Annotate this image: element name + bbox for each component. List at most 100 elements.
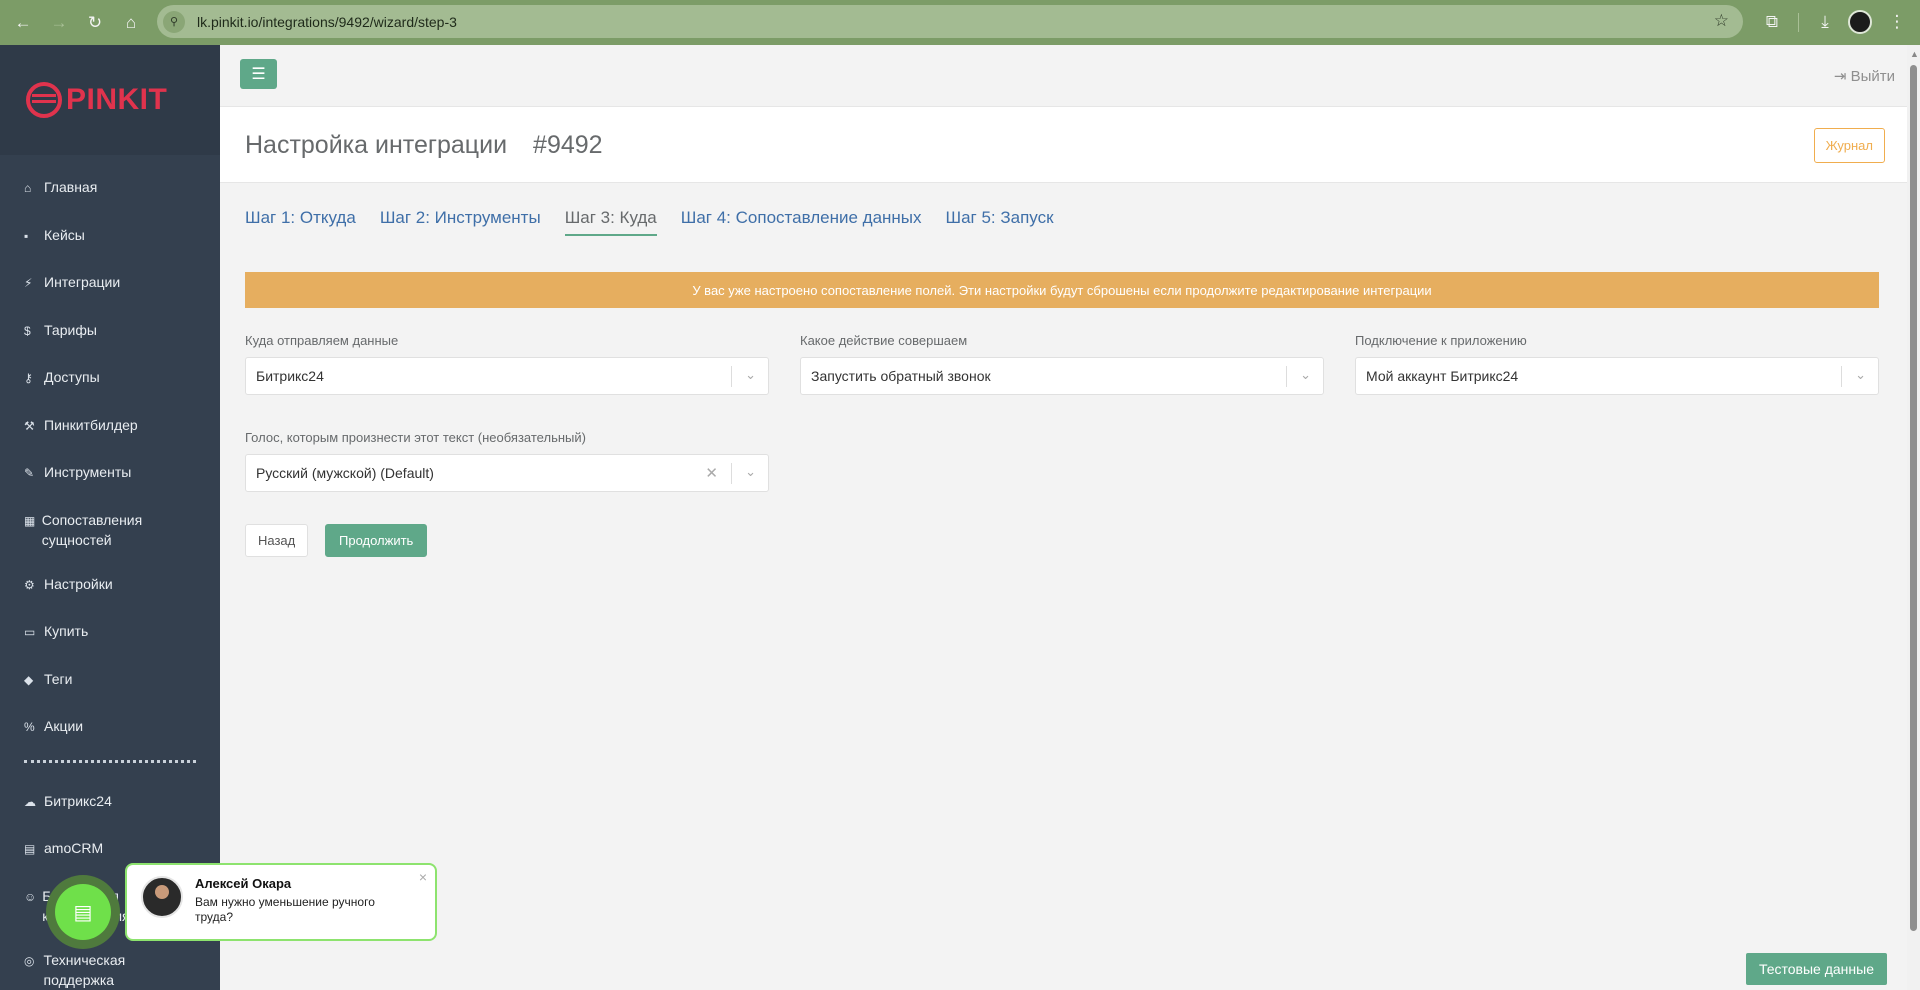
sidebar-item-percent[interactable]: % Акции — [0, 704, 220, 752]
hammer-icon: ⚒ — [24, 418, 35, 433]
tab-step-5[interactable]: Шаг 5: Запуск — [946, 208, 1054, 236]
select-divider — [1841, 366, 1842, 387]
cloud-icon: ☁ — [24, 794, 36, 809]
sidebar-item-label: Кейсы — [44, 226, 85, 243]
kebab-menu-icon[interactable]: ⋮ — [1884, 9, 1910, 35]
warning-alert: У вас уже настроено сопоставление полей.… — [245, 272, 1879, 308]
sidebar-item-label: Пинкитбилдер — [44, 416, 138, 433]
scroll-up-arrow-icon[interactable]: ▲ — [1910, 49, 1919, 59]
main-content: ☰ ⇥ Выйти Настройка интеграции #9492 Журн… — [220, 45, 1907, 990]
sidebar-item-tags[interactable]: ◆ Теги — [0, 657, 220, 705]
action-value: Запустить обратный звонок — [811, 368, 991, 384]
logo-mark-icon — [26, 82, 62, 118]
chat-agent-avatar — [141, 876, 183, 918]
tags-icon: ◆ — [24, 672, 34, 687]
user-icon: ☺ — [24, 889, 37, 904]
chevron-down-icon[interactable]: ⌄ — [745, 367, 756, 383]
wizard-tabs: Шаг 1: Откуда Шаг 2: Инструменты Шаг 3: … — [245, 208, 1078, 236]
sidebar: PINKIT ⌂ Главная ▪ Кейсы ⚡ Интеграции $ Тарифы ⚷… — [0, 45, 220, 990]
sidebar-item-dollar[interactable]: $ Тарифы — [0, 308, 220, 356]
journal-button[interactable]: Журнал — [1813, 128, 1885, 163]
page-scrollbar[interactable]: ▲ — [1907, 45, 1920, 990]
wrench-icon: ✎ — [24, 466, 35, 480]
destination-value: Битрикс24 — [256, 368, 324, 384]
clear-icon[interactable]: ✕ — [705, 464, 718, 482]
sidebar-item-label: Инструменты — [44, 464, 132, 480]
page-title-text: Настройка интеграции — [245, 131, 508, 159]
back-arrow-icon[interactable]: ← — [10, 10, 36, 36]
sidebar-item-plug[interactable]: ⚡ Интеграции — [0, 260, 220, 308]
sidebar-item-hammer[interactable]: ⚒ Пинкитбилдер — [0, 403, 220, 451]
sidebar-item-label: Техническая поддержка — [43, 951, 126, 988]
gears-icon: ⚙ — [24, 577, 35, 592]
home-icon[interactable]: ⌂ — [118, 10, 144, 36]
action-label: Какое действие совершаем — [800, 333, 968, 348]
sidebar-item-label: Битрикс24 — [44, 792, 112, 809]
top-navbar: ☰ ⇥ Выйти — [220, 45, 1907, 106]
bookmark-star-icon[interactable]: ☆ — [1714, 11, 1729, 31]
logo[interactable]: PINKIT — [0, 45, 220, 155]
chat-popup[interactable]: Алексей Окара Вам нужно уменьшение ручно… — [125, 863, 437, 941]
browser-toolbar: ← → ↻ ⌂ ⚲ lk.pinkit.io/integrations/9492… — [0, 0, 1920, 45]
destination-field: Куда отправляем данные Битрикс24 ⌄ — [245, 333, 769, 395]
money-icon: ▭ — [24, 625, 36, 639]
sidebar-item-briefcase[interactable]: ▪ Кейсы — [0, 213, 220, 261]
back-button[interactable]: Назад — [245, 524, 309, 557]
sidebar-item-wrench[interactable]: ✎ Инструменты — [0, 450, 220, 498]
chevron-down-icon[interactable]: ⌄ — [745, 464, 756, 480]
toolbar-divider — [1798, 13, 1799, 32]
table-icon: ▦ — [24, 513, 36, 528]
close-icon[interactable]: × — [419, 869, 427, 885]
voice-value: Русский (мужской) (Default) — [256, 465, 434, 481]
logout-label: Выйти — [1850, 68, 1895, 85]
scroll-thumb[interactable] — [1910, 65, 1917, 931]
hamburger-menu-button[interactable]: ☰ — [240, 59, 277, 89]
chat-agent-name: Алексей Окара — [195, 876, 292, 891]
extensions-icon[interactable]: ⧉ — [1759, 9, 1785, 35]
sidebar-item-label: Купить — [44, 623, 89, 639]
sidebar-item-home[interactable]: ⌂ Главная — [0, 165, 220, 213]
hamburger-icon: ☰ — [251, 66, 266, 83]
briefcase-icon: ▪ — [24, 228, 29, 243]
connection-select[interactable]: Мой аккаунт Битрикс24 ⌄ — [1355, 357, 1879, 395]
site-info-icon[interactable]: ⚲ — [163, 10, 185, 33]
voice-select[interactable]: Русский (мужской) (Default) ✕ ⌄ — [245, 454, 769, 492]
url-text[interactable]: lk.pinkit.io/integrations/9492/wizard/st… — [197, 14, 457, 30]
chevron-down-icon[interactable]: ⌄ — [1300, 367, 1311, 383]
sidebar-item-money[interactable]: ▭ Купить — [0, 609, 220, 657]
chat-icon: ▤ — [55, 884, 111, 940]
sidebar-item-table[interactable]: ▦ Сопоставления сущностей — [0, 498, 220, 562]
tab-step-1[interactable]: Шаг 1: Откуда — [245, 208, 356, 236]
sidebar-item-gears[interactable]: ⚙ Настройки — [0, 562, 220, 610]
reload-icon[interactable]: ↻ — [82, 10, 108, 36]
continue-button[interactable]: Продолжить — [325, 524, 428, 557]
sidebar-item-label: Интеграции — [44, 274, 121, 290]
select-divider — [1286, 366, 1287, 387]
sidebar-item-cloud[interactable]: ☁ Битрикс24 — [0, 779, 220, 827]
tab-step-4[interactable]: Шаг 4: Сопоставление данных — [681, 208, 922, 236]
logo-text: PINKIT — [66, 83, 168, 116]
action-select[interactable]: Запустить обратный звонок ⌄ — [800, 357, 1324, 395]
test-data-button[interactable]: Тестовые данные — [1745, 953, 1887, 985]
destination-select[interactable]: Битрикс24 ⌄ — [245, 357, 769, 395]
connection-label: Подключение к приложению — [1355, 333, 1527, 348]
tab-step-2[interactable]: Шаг 2: Инструменты — [380, 208, 541, 236]
integration-id: #9492 — [533, 131, 603, 159]
logout-link[interactable]: ⇥ Выйти — [1834, 67, 1895, 85]
chat-launcher-button[interactable]: ▤ — [46, 875, 120, 949]
select-divider — [731, 366, 732, 387]
profile-avatar[interactable] — [1848, 10, 1872, 34]
page-title: Настройка интеграции #9492 — [245, 131, 603, 160]
voice-label: Голос, которым произнести этот текст (не… — [245, 430, 586, 445]
dollar-icon: $ — [24, 323, 31, 338]
sidebar-item-support[interactable]: ◎ Техническая поддержка — [0, 938, 220, 990]
forward-arrow-icon[interactable]: → — [46, 10, 72, 36]
address-bar[interactable]: ⚲ lk.pinkit.io/integrations/9492/wizard/… — [157, 5, 1743, 38]
chevron-down-icon[interactable]: ⌄ — [1855, 367, 1866, 383]
sidebar-item-key[interactable]: ⚷ Доступы — [0, 355, 220, 403]
sidebar-item-label: amoCRM — [44, 840, 104, 856]
select-divider — [731, 463, 732, 484]
download-icon[interactable]: ⤓ — [1812, 9, 1838, 35]
tab-step-3[interactable]: Шаг 3: Куда — [564, 208, 657, 236]
support-icon: ◎ — [24, 953, 35, 968]
